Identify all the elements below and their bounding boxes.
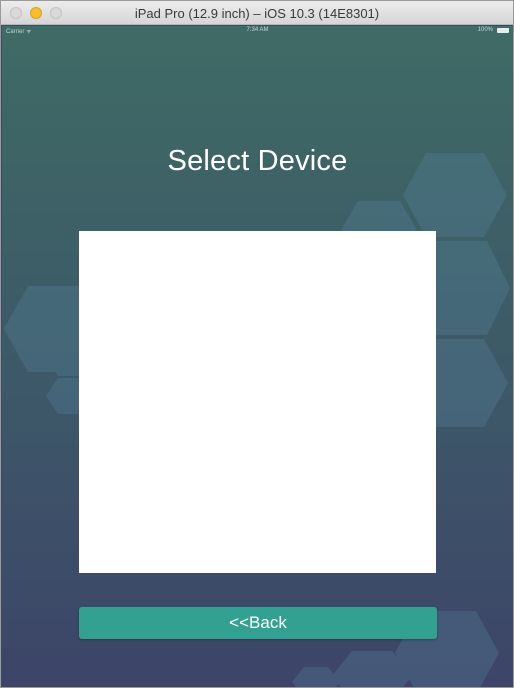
page-title: Select Device: [167, 145, 348, 177]
battery-percent: 100%: [477, 27, 493, 33]
ios-status-bar: Carrier ᯤ 7:34 AM 100%: [2, 26, 513, 36]
window-titlebar: iPad Pro (12.9 inch) – iOS 10.3 (14E8301…: [1, 1, 513, 25]
simulator-window: iPad Pro (12.9 inch) – iOS 10.3 (14E8301…: [0, 0, 514, 688]
battery-icon: [497, 28, 509, 33]
window-title: iPad Pro (12.9 inch) – iOS 10.3 (14E8301…: [134, 6, 380, 21]
device-screen: Carrier ᯤ 7:34 AM 100% Select Device <<B…: [2, 26, 513, 687]
back-button[interactable]: <<Back: [79, 607, 437, 639]
device-list[interactable]: [79, 231, 436, 573]
status-time: 7:34 AM: [246, 27, 269, 33]
